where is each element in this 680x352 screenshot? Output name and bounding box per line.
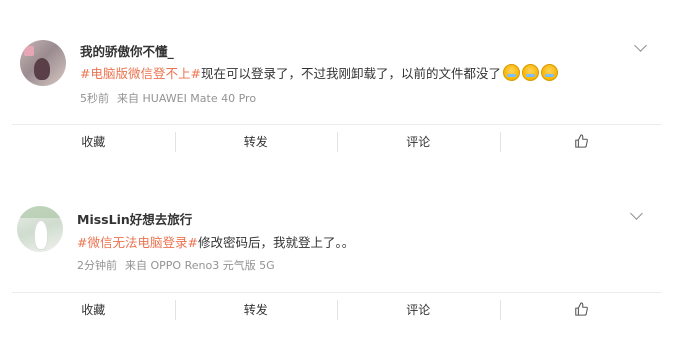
comment-button[interactable]: 评论: [337, 132, 500, 152]
chevron-down-icon[interactable]: [634, 39, 647, 52]
avatar-decoration: [24, 46, 34, 56]
collect-button[interactable]: 收藏: [12, 132, 175, 152]
hashtag-link[interactable]: #微信无法电脑登录#: [77, 235, 198, 250]
post-source: 来自 OPPO Reno3 元气版 5G: [125, 259, 275, 272]
laugh-cry-emoji-icon: [521, 64, 539, 81]
repost-button[interactable]: 转发: [174, 132, 338, 152]
thumbs-up-icon: [574, 302, 588, 316]
post-time[interactable]: 2分钟前: [77, 259, 117, 272]
like-button[interactable]: [499, 300, 663, 320]
avatar-figure: [34, 58, 50, 80]
username[interactable]: 我的骄傲你不懂_: [80, 41, 174, 60]
hashtag-link[interactable]: #电脑版微信登不上#: [80, 66, 201, 81]
laugh-cry-emoji-icon: [540, 64, 558, 81]
post-time[interactable]: 5秒前: [80, 92, 109, 105]
avatar[interactable]: [17, 206, 63, 252]
collect-button[interactable]: 收藏: [12, 300, 175, 320]
post-content: #电脑版微信登不上#现在可以登录了，不过我刚卸载了，以前的文件都没了: [80, 63, 558, 82]
post-meta: 2分钟前 来自 OPPO Reno3 元气版 5G: [77, 257, 275, 273]
avatar-figure: [34, 220, 48, 250]
post-text: 现在可以登录了，不过我刚卸载了，以前的文件都没了: [200, 66, 501, 81]
laugh-cry-emoji-icon: [502, 64, 520, 81]
like-button[interactable]: [499, 132, 663, 152]
post-content: #微信无法电脑登录#修改密码后，我就登上了。。: [77, 232, 354, 251]
post-text: 修改密码后，我就登上了。。: [197, 235, 355, 250]
post-meta: 5秒前 来自 HUAWEI Mate 40 Pro: [80, 90, 256, 106]
thumbs-up-icon: [574, 134, 588, 148]
avatar[interactable]: [20, 40, 66, 86]
chevron-down-icon[interactable]: [630, 207, 643, 220]
avatar-decoration: [17, 206, 63, 218]
repost-button[interactable]: 转发: [174, 300, 338, 320]
comment-button[interactable]: 评论: [337, 300, 500, 320]
username[interactable]: MissLin好想去旅行: [77, 209, 192, 228]
post-source: 来自 HUAWEI Mate 40 Pro: [117, 92, 257, 105]
action-bar: 收藏 转发 评论: [12, 124, 662, 159]
action-bar: 收藏 转发 评论: [12, 292, 662, 327]
